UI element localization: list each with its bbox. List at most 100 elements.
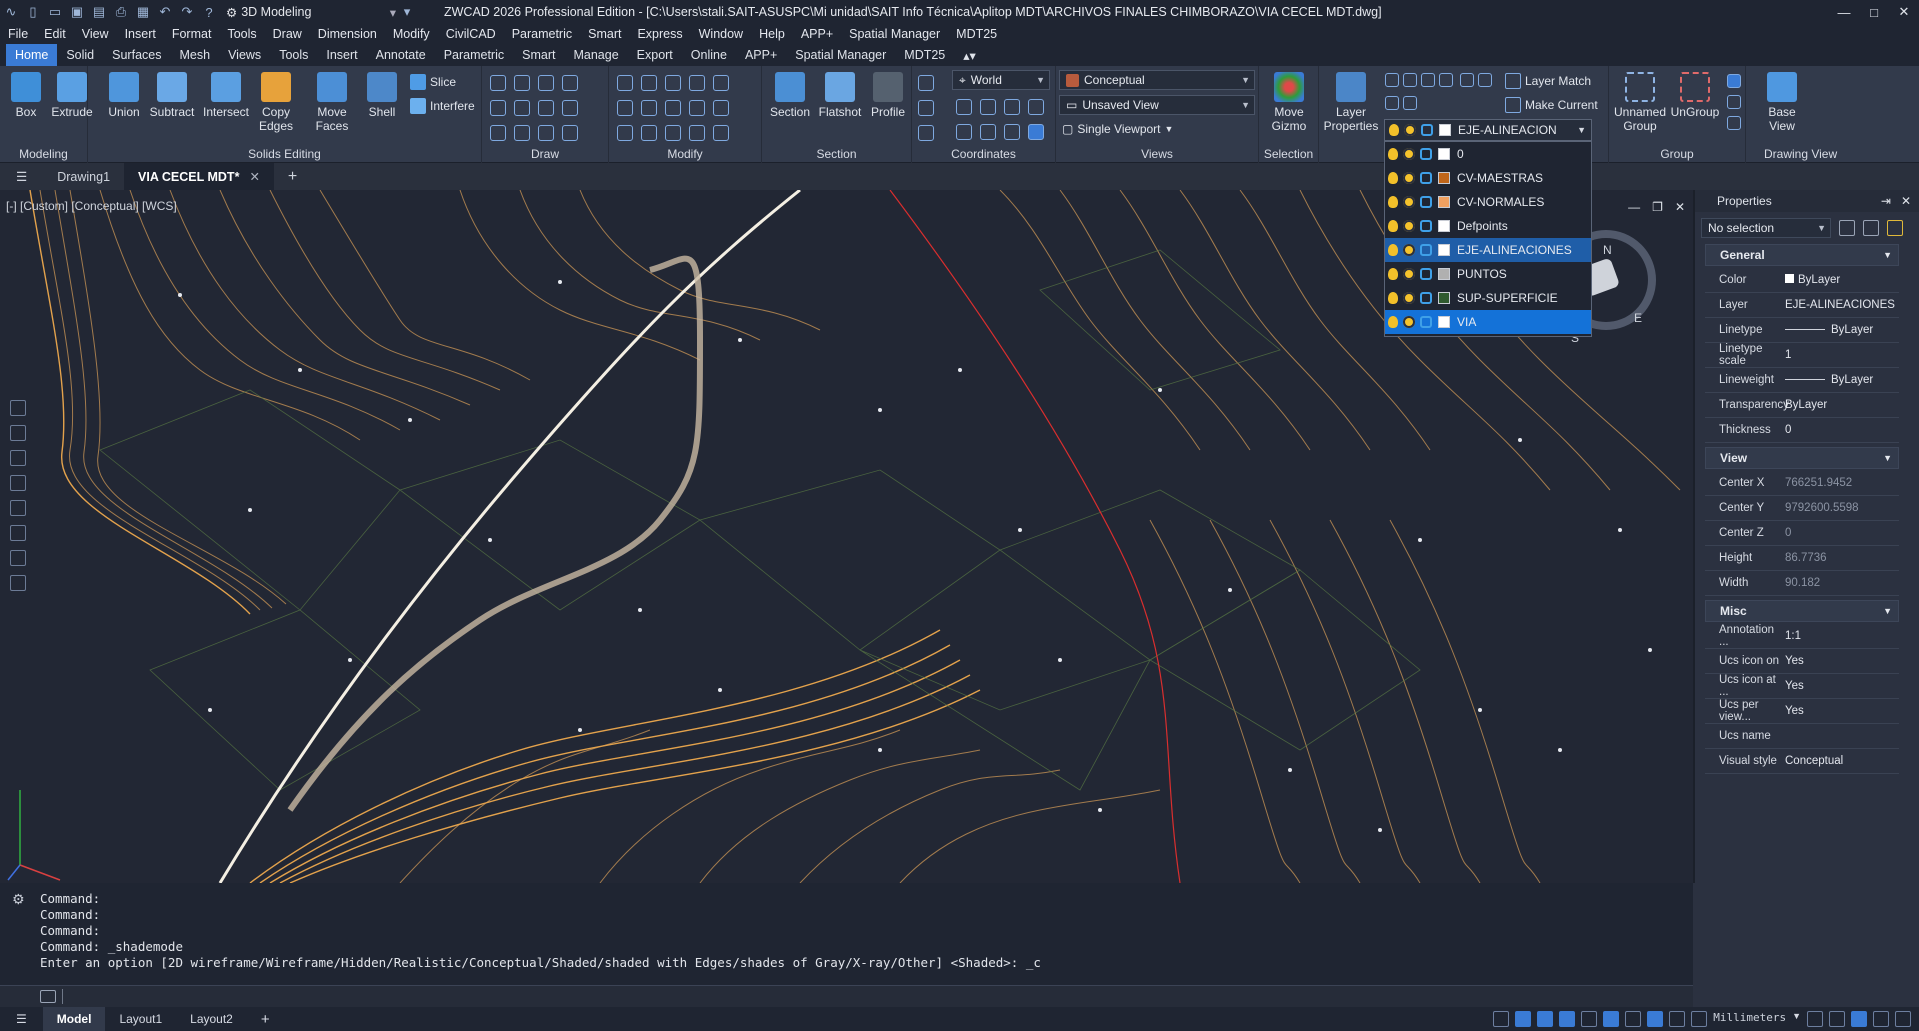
- menu-item[interactable]: File: [8, 27, 28, 41]
- ribbon-tab[interactable]: APP+: [736, 44, 786, 66]
- layer-on-icon[interactable]: [1460, 73, 1475, 87]
- sun-icon[interactable]: [1403, 268, 1415, 280]
- command-input[interactable]: [0, 985, 1693, 1007]
- prop-row[interactable]: Ucs icon on Yes: [1705, 649, 1899, 674]
- circle-icon[interactable]: [538, 100, 554, 116]
- light-bulb-icon[interactable]: [1388, 316, 1398, 328]
- base-view-button[interactable]: Base View: [1758, 72, 1806, 133]
- copy-edges-button[interactable]: Copy Edges: [252, 72, 300, 133]
- extents-icon[interactable]: [10, 575, 26, 591]
- close-icon[interactable]: ✕: [249, 169, 259, 184]
- ribbon-tab[interactable]: Insert: [317, 44, 366, 66]
- panel-title[interactable]: Modify: [609, 147, 761, 161]
- lock-icon[interactable]: [1420, 172, 1432, 184]
- viewport-label[interactable]: [-] [Custom] [Conceptual] [WCS]: [6, 199, 177, 213]
- ucs-icon[interactable]: [918, 75, 934, 91]
- prop-row[interactable]: Width 90.182: [1705, 571, 1899, 596]
- layer-lock-icon[interactable]: [1439, 73, 1453, 87]
- menu-item[interactable]: View: [82, 27, 109, 41]
- layout-tab[interactable]: Layout1: [105, 1007, 176, 1031]
- otrack-icon[interactable]: [1559, 1011, 1576, 1027]
- prop-row[interactable]: Center Y 9792600.5598: [1705, 496, 1899, 521]
- ungroup-button[interactable]: UnGroup: [1669, 72, 1721, 119]
- ellipse-icon[interactable]: [538, 125, 554, 141]
- move-icon[interactable]: [641, 75, 657, 91]
- menu-item[interactable]: Modify: [393, 27, 430, 41]
- layer-item[interactable]: SUP-SUPERFICIE: [1385, 286, 1591, 310]
- orbit-icon[interactable]: [10, 450, 26, 466]
- prop-row[interactable]: Center Z 0: [1705, 521, 1899, 546]
- prop-row[interactable]: Height 86.7736: [1705, 546, 1899, 571]
- prop-row[interactable]: Center X 766251.9452: [1705, 471, 1899, 496]
- prop-row[interactable]: Color ByLayer: [1705, 268, 1899, 293]
- region-icon[interactable]: [562, 100, 578, 116]
- doc-tab-active[interactable]: VIA CECEL MDT* ✕: [124, 163, 274, 190]
- polygon-icon[interactable]: [490, 125, 506, 141]
- hamburger-menu-icon[interactable]: ☰: [0, 163, 43, 190]
- selection-dropdown[interactable]: No selection ▼: [1701, 218, 1831, 238]
- menu-item[interactable]: Parametric: [512, 27, 572, 41]
- ucs-icon-toggle-icon[interactable]: [1028, 124, 1044, 140]
- ortho-icon[interactable]: [1493, 1011, 1510, 1027]
- scale-icon[interactable]: [641, 125, 657, 141]
- layer-item[interactable]: Defpoints: [1385, 214, 1591, 238]
- ribbon-tab[interactable]: Export: [628, 44, 682, 66]
- ribbon-tab[interactable]: Spatial Manager: [786, 44, 895, 66]
- customize-icon[interactable]: ▾: [398, 3, 416, 21]
- prop-row[interactable]: Layer EJE-ALINEACIONES: [1705, 293, 1899, 318]
- ribbon-minimize-icon[interactable]: ▴▾: [954, 44, 985, 66]
- section-view[interactable]: View ▼: [1705, 447, 1899, 469]
- layer-item-hover[interactable]: VIA: [1385, 310, 1591, 334]
- save-icon[interactable]: ▣: [68, 3, 86, 21]
- prop-row[interactable]: Ucs per view... Yes: [1705, 699, 1899, 724]
- minimize-viewport-icon[interactable]: —: [1628, 200, 1640, 214]
- flatshot-button[interactable]: Flatshot: [816, 72, 864, 119]
- ribbon-tab[interactable]: Manage: [564, 44, 627, 66]
- ucs-3point-icon[interactable]: [918, 125, 934, 141]
- unnamed-group-button[interactable]: Unnamed Group: [1609, 72, 1671, 133]
- layer-item[interactable]: CV-MAESTRAS: [1385, 166, 1591, 190]
- ray-icon[interactable]: [514, 100, 530, 116]
- ribbon-tab[interactable]: Online: [682, 44, 736, 66]
- hatch-icon[interactable]: [562, 75, 578, 91]
- zoom-icon[interactable]: [10, 425, 26, 441]
- workspace-icon[interactable]: [1829, 1011, 1845, 1027]
- restore-viewport-icon[interactable]: ❐: [1652, 200, 1663, 214]
- layer-match-button[interactable]: Layer Match: [1505, 73, 1591, 89]
- lock-icon[interactable]: [1420, 244, 1432, 256]
- menu-item[interactable]: Tools: [227, 27, 256, 41]
- layer-item-selected[interactable]: EJE-ALINEACIONES: [1385, 238, 1591, 262]
- prop-row[interactable]: Annotation ... 1:1: [1705, 624, 1899, 649]
- osnap-icon[interactable]: [1537, 1011, 1554, 1027]
- settings-icon[interactable]: [1851, 1011, 1867, 1027]
- ucs-face-icon[interactable]: [980, 124, 996, 140]
- layer-thaw-icon[interactable]: [1385, 96, 1399, 110]
- menu-item[interactable]: APP+: [801, 27, 833, 41]
- layer-freeze-icon[interactable]: [1421, 73, 1435, 87]
- trim-icon[interactable]: [689, 75, 705, 91]
- rotate-icon[interactable]: [641, 100, 657, 116]
- undo-icon[interactable]: ↶: [156, 3, 174, 21]
- sun-icon[interactable]: [1403, 316, 1415, 328]
- maximize-button[interactable]: □: [1859, 0, 1889, 24]
- viewport-dropdown[interactable]: ▢ Single Viewport ▼: [1062, 122, 1173, 136]
- plot-icon[interactable]: ▦: [134, 3, 152, 21]
- layer-item[interactable]: PUNTOS: [1385, 262, 1591, 286]
- explode-icon[interactable]: [713, 100, 729, 116]
- match-icon[interactable]: [713, 125, 729, 141]
- layer-unlock-icon[interactable]: [1403, 96, 1417, 110]
- menu-item[interactable]: Window: [699, 27, 743, 41]
- ribbon-tab[interactable]: Solid: [57, 44, 103, 66]
- move-gizmo-button[interactable]: Move Gizmo: [1265, 72, 1313, 133]
- group-select-icon[interactable]: [1727, 74, 1741, 88]
- chevron-down-icon[interactable]: ▼: [1792, 1011, 1801, 1027]
- ucs-origin-icon[interactable]: [918, 100, 934, 116]
- menu-item[interactable]: CivilCAD: [446, 27, 496, 41]
- break-icon[interactable]: [665, 125, 681, 141]
- light-bulb-icon[interactable]: [1388, 292, 1398, 304]
- fillet-icon[interactable]: [689, 100, 705, 116]
- profile-button[interactable]: Profile: [864, 72, 912, 119]
- lock-icon[interactable]: [1420, 148, 1432, 160]
- box-button[interactable]: Box: [2, 72, 50, 119]
- menu-item[interactable]: Edit: [44, 27, 66, 41]
